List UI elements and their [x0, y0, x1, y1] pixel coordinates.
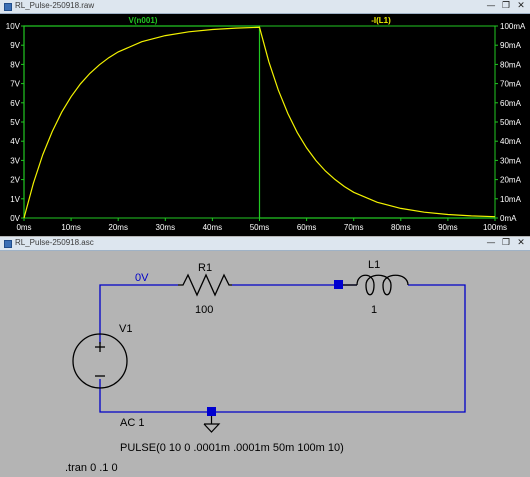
- y-left-tick-label: 0V: [10, 214, 20, 223]
- y-left-tick-label: 5V: [10, 118, 20, 127]
- x-tick-label: 50ms: [250, 223, 270, 232]
- x-tick-label: 0ms: [16, 223, 31, 232]
- x-tick-label: 70ms: [344, 223, 364, 232]
- inductor-l1-symbol[interactable]: [343, 274, 409, 296]
- close-button[interactable]: ✕: [515, 1, 527, 12]
- minimize-button[interactable]: —: [485, 1, 497, 12]
- spice-directive[interactable]: .tran 0 .1 0: [65, 462, 118, 474]
- y-left-tick-label: 2V: [10, 176, 20, 185]
- x-tick-label: 40ms: [203, 223, 223, 232]
- net-label[interactable]: 0V: [135, 272, 149, 284]
- waveform-chart[interactable]: 0ms 10ms 20ms 30ms 40ms 50ms 60ms 70ms 80ms 90ms 1…: [0, 14, 530, 236]
- y-right-tick-label: 50mA: [500, 118, 522, 127]
- v1-pulse[interactable]: PULSE(0 10 0 .0001m .0001m 50m 100m 10): [120, 442, 344, 454]
- legend-entry: V(n001): [129, 16, 158, 25]
- schematic-app-icon: [4, 240, 12, 248]
- y-left-tick-label: 9V: [10, 41, 20, 50]
- r1-value[interactable]: 100: [195, 304, 213, 316]
- waveform-window-title: RL_Pulse-250918.raw: [15, 1, 95, 10]
- wire-top-left[interactable]: [99, 284, 178, 344]
- x-tick-label: 80ms: [391, 223, 411, 232]
- y-right-tick-label: 10mA: [500, 195, 522, 204]
- y-right-tick-label: 20mA: [500, 176, 522, 185]
- y-right-tick-label: 0mA: [500, 214, 517, 223]
- y-left-tick-label: 3V: [10, 156, 20, 165]
- waveform-app-icon: [4, 3, 12, 11]
- restore-button[interactable]: ❐: [500, 1, 512, 12]
- y-left-tick-label: 6V: [10, 99, 20, 108]
- v1-name[interactable]: V1: [119, 323, 132, 335]
- y-right-tick-label: 100mA: [500, 22, 526, 31]
- waveform-window[interactable]: RL_Pulse-250918.raw — ❐ ✕ 0ms 10ms 20ms 30m…: [0, 0, 530, 236]
- probe-marker[interactable]: [334, 280, 343, 289]
- y-right-tick-label: 90mA: [500, 41, 522, 50]
- x-tick-label: 10ms: [61, 223, 81, 232]
- y-right-tick-label: 80mA: [500, 60, 522, 69]
- schematic-close-button[interactable]: ✕: [515, 238, 527, 249]
- schematic-drawing[interactable]: R1 100 L1 1 V1 AC 1 PULSE(0 10 0 .0001m …: [0, 251, 530, 474]
- v1-ac[interactable]: AC 1: [120, 417, 144, 429]
- l1-value[interactable]: 1: [371, 304, 377, 316]
- trace-line: [23, 25, 495, 219]
- schematic-canvas[interactable]: R1 100 L1 1 V1 AC 1 PULSE(0 10 0 .0001m …: [0, 251, 530, 474]
- y-left-tick-label: 7V: [10, 80, 20, 89]
- wire-top-right[interactable]: [99, 284, 466, 413]
- schematic-minimize-button[interactable]: —: [485, 238, 497, 249]
- x-tick-label: 20ms: [108, 223, 128, 232]
- legend-entry: -I(L1): [371, 16, 391, 25]
- r1-name[interactable]: R1: [198, 262, 212, 274]
- x-tick-label: 90ms: [438, 223, 458, 232]
- y-right-tick-label: 60mA: [500, 99, 522, 108]
- waveform-titlebar[interactable]: RL_Pulse-250918.raw — ❐ ✕: [0, 0, 530, 14]
- x-tick-label: 100ms: [483, 223, 507, 232]
- plot-pane[interactable]: 0ms 10ms 20ms 30ms 40ms 50ms 60ms 70ms 80ms 90ms 1…: [0, 14, 530, 236]
- y-right-tick-label: 40mA: [500, 137, 522, 146]
- schematic-titlebar[interactable]: RL_Pulse-250918.asc — ❐ ✕: [0, 237, 530, 251]
- x-tick-label: 60ms: [297, 223, 317, 232]
- y-left-tick-label: 8V: [10, 60, 20, 69]
- y-left-tick-label: 10V: [6, 22, 21, 31]
- l1-name[interactable]: L1: [368, 259, 380, 271]
- y-right-tick-label: 70mA: [500, 80, 522, 89]
- x-tick-label: 30ms: [156, 223, 176, 232]
- y-right-tick-label: 30mA: [500, 156, 522, 165]
- resistor-r1-symbol[interactable]: [178, 273, 232, 297]
- schematic-restore-button[interactable]: ❐: [500, 238, 512, 249]
- y-left-tick-label: 1V: [10, 195, 20, 204]
- schematic-window-title: RL_Pulse-250918.asc: [15, 238, 94, 247]
- y-left-tick-label: 4V: [10, 137, 20, 146]
- ground-symbol[interactable]: [203, 407, 221, 433]
- schematic-window[interactable]: RL_Pulse-250918.asc — ❐ ✕ R1 100 L1 1 V1…: [0, 237, 530, 474]
